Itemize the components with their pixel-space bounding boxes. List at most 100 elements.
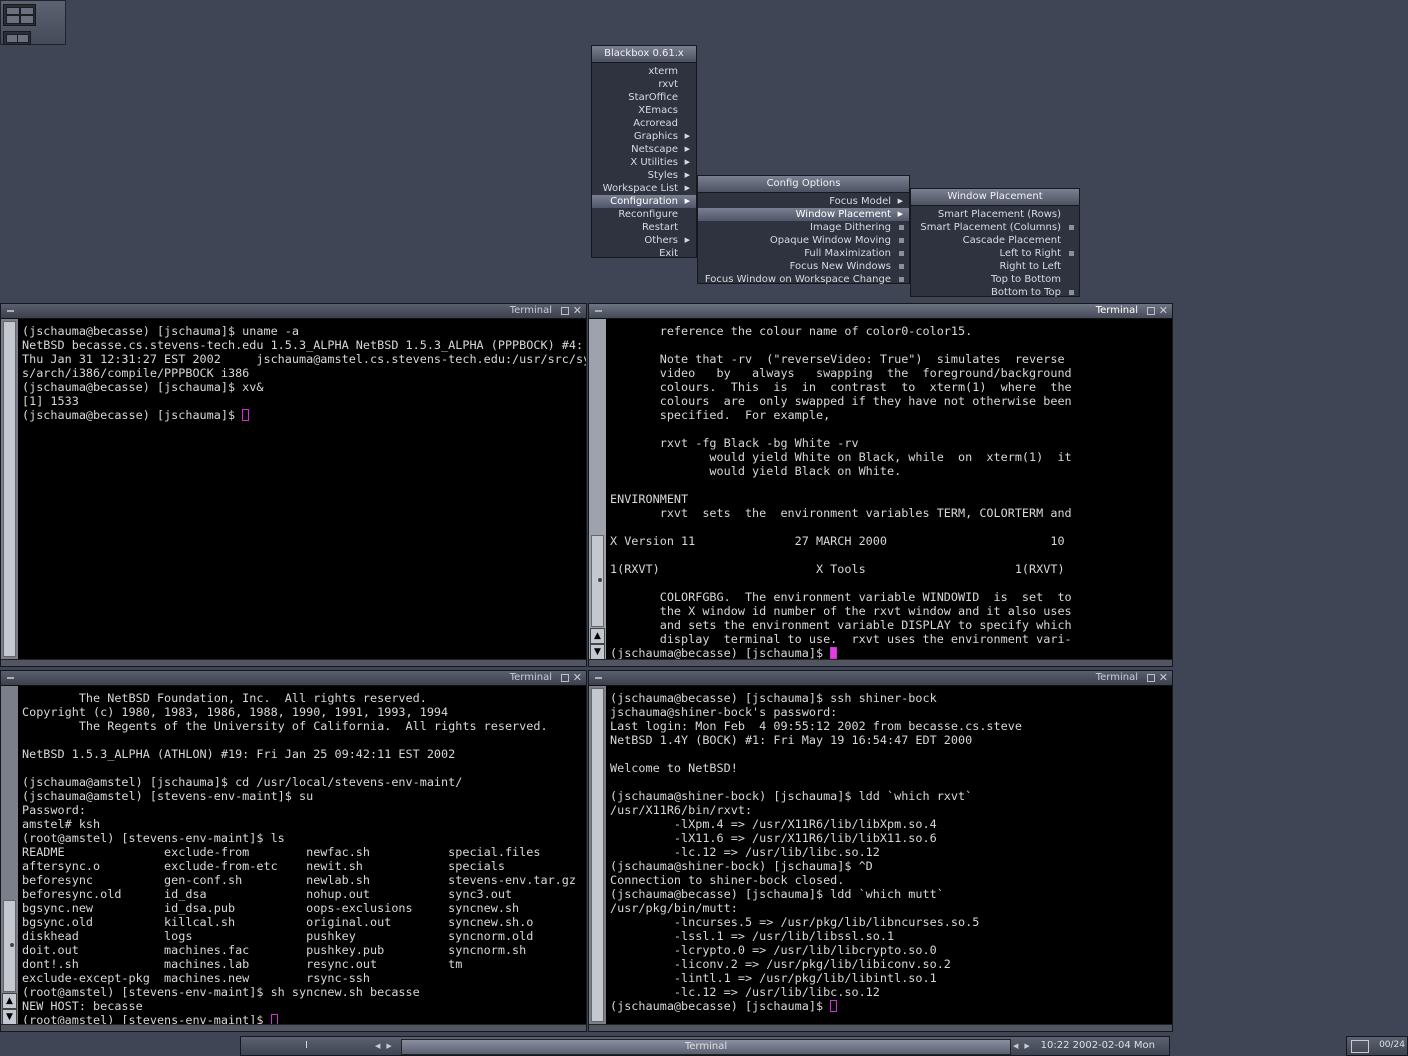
menu-item-label: Right to Left <box>999 261 1061 272</box>
placement-menu-item-smart-placement-columns[interactable]: Smart Placement (Columns) <box>911 221 1079 234</box>
menu-item-label: Focus Model <box>829 196 891 207</box>
window-handle[interactable] <box>1 659 586 666</box>
scroll-up-icon[interactable]: ▲ <box>2 993 17 1009</box>
root-menu-item-rxvt[interactable]: rxvt <box>592 78 696 91</box>
placement-menu-title: Window Placement <box>911 189 1079 206</box>
close-icon[interactable]: ✕ <box>573 304 582 317</box>
root-menu-item-xemacs[interactable]: XEmacs <box>592 104 696 117</box>
window-placement-menu: Window Placement Smart Placement (Rows) S… <box>910 188 1080 299</box>
menu-item-label: Opaque Window Moving <box>769 235 891 246</box>
slit-dockapp[interactable]: 00/24 <box>1346 1036 1408 1056</box>
close-icon[interactable]: ✕ <box>1159 671 1168 684</box>
root-menu-item-configuration[interactable]: Configuration ▶ <box>592 195 696 208</box>
terminal-output[interactable]: The NetBSD Foundation, Inc. All rights r… <box>22 691 586 1027</box>
root-menu-item-reconfigure[interactable]: Reconfigure <box>592 208 696 221</box>
config-menu-item-focus-window-on-workspace-change[interactable]: Focus Window on Workspace Change <box>698 273 909 286</box>
close-icon[interactable]: ✕ <box>1159 304 1168 317</box>
window-handle[interactable] <box>589 1024 1172 1031</box>
root-menu-title: Blackbox 0.61.x <box>592 46 696 63</box>
scrollbar[interactable] <box>1 319 18 659</box>
iconify-icon[interactable] <box>595 677 602 679</box>
window-arrows-icon[interactable]: ◀▶ <box>1013 1037 1036 1055</box>
terminal-window-top-right[interactable]: Terminal ✕ ▲ ▼ reference the colour name… <box>588 303 1173 667</box>
menu-item-label: Image Dithering <box>810 222 891 233</box>
config-menu-item-focus-model[interactable]: Focus Model ▶ <box>698 195 909 208</box>
workspace-name: I <box>305 1040 308 1051</box>
root-menu-item-others[interactable]: Others ▶ <box>592 234 696 247</box>
scrollbar[interactable]: ▲ ▼ <box>1 686 18 1025</box>
text-cursor <box>242 409 250 421</box>
config-menu-item-image-dithering[interactable]: Image Dithering <box>698 221 909 234</box>
window-title: Terminal <box>509 305 552 316</box>
scrollbar-thumb[interactable] <box>591 688 604 1022</box>
iconify-icon[interactable] <box>7 310 14 312</box>
menu-item-label: StarOffice <box>628 92 678 103</box>
grip-icon <box>598 578 602 582</box>
window-title: Terminal <box>509 672 552 683</box>
pager-window <box>17 34 29 43</box>
placement-menu-item-left-to-right[interactable]: Left to Right <box>911 247 1079 260</box>
root-menu-item-netscape[interactable]: Netscape ▶ <box>592 143 696 156</box>
menu-item-label: XEmacs <box>638 105 678 116</box>
scroll-down-icon[interactable]: ▼ <box>590 644 605 660</box>
terminal-window-top-left[interactable]: Terminal ✕ (jschauma@becasse) [jschauma]… <box>0 303 587 667</box>
scrollbar-thumb[interactable] <box>3 321 16 657</box>
menu-item-label: Top to Bottom <box>991 274 1061 285</box>
root-menu: Blackbox 0.61.x xterm rxvt StarOffice XEmac… <box>591 45 697 260</box>
maximize-icon[interactable] <box>1147 674 1155 682</box>
titlebar[interactable]: Terminal ✕ <box>1 304 586 319</box>
maximize-icon[interactable] <box>1147 307 1155 315</box>
titlebar[interactable]: Terminal ✕ <box>589 304 1172 319</box>
scrollbar[interactable] <box>589 686 606 1024</box>
submenu-arrow-icon: ▶ <box>897 210 903 218</box>
workspace-arrows-icon[interactable]: ◀▶ <box>375 1037 398 1055</box>
titlebar[interactable]: Terminal ✕ <box>589 671 1172 686</box>
root-menu-item-exit[interactable]: Exit <box>592 247 696 260</box>
config-menu-item-window-placement[interactable]: Window Placement ▶ <box>698 208 909 221</box>
config-menu-item-opaque-window-moving[interactable]: Opaque Window Moving <box>698 234 909 247</box>
workspace-label[interactable]: I ◀▶ <box>241 1037 401 1055</box>
iconify-icon[interactable] <box>595 310 602 312</box>
root-menu-item-graphics[interactable]: Graphics ▶ <box>592 130 696 143</box>
placement-menu-item-right-to-left[interactable]: Right to Left <box>911 260 1079 273</box>
pager-window <box>20 7 34 15</box>
root-menu-item-staroffice[interactable]: StarOffice <box>592 91 696 104</box>
submenu-arrow-icon: ▶ <box>897 197 903 205</box>
terminal-output[interactable]: (jschauma@becasse) [jschauma]$ uname -a … <box>22 324 586 654</box>
placement-menu-item-smart-placement-rows[interactable]: Smart Placement (Rows) <box>911 208 1079 221</box>
placement-menu-item-top-to-bottom[interactable]: Top to Bottom <box>911 273 1079 286</box>
scrollbar[interactable]: ▲ ▼ <box>589 319 606 660</box>
menu-item-label: Workspace List <box>602 183 678 194</box>
titlebar[interactable]: Terminal ✕ <box>1 671 586 686</box>
window-handle[interactable] <box>1 1024 586 1031</box>
terminal-output[interactable]: (jschauma@becasse) [jschauma]$ ssh shine… <box>610 691 1172 1027</box>
config-menu-item-focus-new-windows[interactable]: Focus New Windows <box>698 260 909 273</box>
terminal-window-bottom-right[interactable]: Terminal ✕ (jschauma@becasse) [jschauma]… <box>588 670 1173 1032</box>
iconify-icon[interactable] <box>7 677 14 679</box>
config-menu-item-full-maximization[interactable]: Full Maximization <box>698 247 909 260</box>
scrollbar-thumb[interactable] <box>3 900 16 992</box>
terminal-window-bottom-left[interactable]: Terminal ✕ ▲ ▼ The NetBSD Foundation, In… <box>0 670 587 1032</box>
terminal-output[interactable]: reference the colour name of color0-colo… <box>610 324 1172 662</box>
close-icon[interactable]: ✕ <box>573 671 582 684</box>
focused-window-label[interactable]: Terminal <box>401 1039 1011 1055</box>
scroll-up-icon[interactable]: ▲ <box>590 628 605 644</box>
maximize-icon[interactable] <box>561 307 569 315</box>
root-menu-item-acroread[interactable]: Acroread <box>592 117 696 130</box>
pager-workspace-2[interactable] <box>3 31 31 45</box>
menu-item-label: X Utilities <box>630 157 678 168</box>
root-menu-item-styles[interactable]: Styles ▶ <box>592 169 696 182</box>
placement-menu-item-bottom-to-top[interactable]: Bottom to Top <box>911 286 1079 299</box>
pager-workspace-1[interactable] <box>3 4 36 26</box>
menu-item-label: Window Placement <box>795 209 891 220</box>
workspace-pager[interactable] <box>0 0 66 45</box>
root-menu-item-restart[interactable]: Restart <box>592 221 696 234</box>
placement-menu-item-cascade-placement[interactable]: Cascade Placement <box>911 234 1079 247</box>
scrollbar-thumb[interactable] <box>591 535 604 627</box>
window-handle[interactable] <box>589 659 1172 666</box>
scroll-down-icon[interactable]: ▼ <box>2 1009 17 1025</box>
root-menu-item-workspace-list[interactable]: Workspace List ▶ <box>592 182 696 195</box>
maximize-icon[interactable] <box>561 674 569 682</box>
root-menu-item-xterm[interactable]: xterm <box>592 65 696 78</box>
root-menu-item-x-utilities[interactable]: X Utilities ▶ <box>592 156 696 169</box>
